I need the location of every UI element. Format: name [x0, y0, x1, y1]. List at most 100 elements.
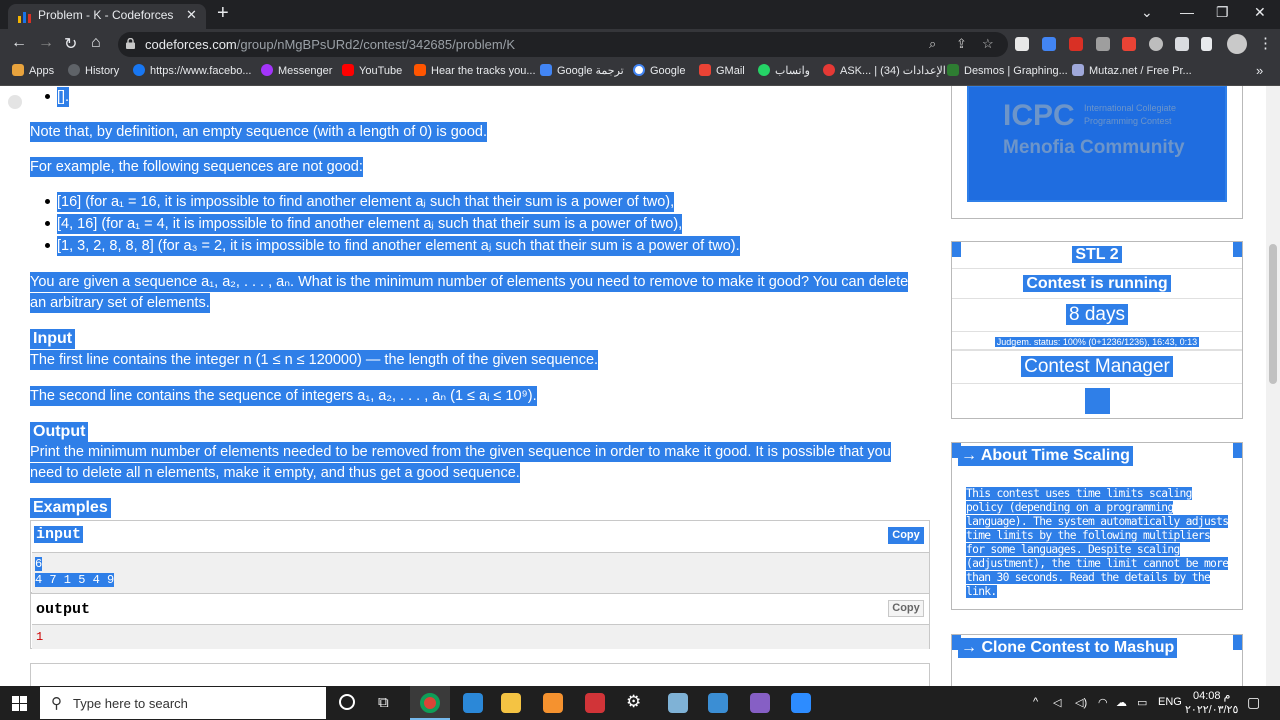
manager-action-icon[interactable] — [1084, 388, 1110, 414]
bookmark-google[interactable]: Google — [633, 64, 685, 77]
example-output-label: output — [36, 601, 91, 618]
translate-extension-icon[interactable] — [1042, 37, 1056, 51]
desmos-icon — [947, 64, 959, 76]
windows-taskbar: ⚲ Type here to search ⧉ ⚙ ^ ◁ ◁) ◠ ☁ ▭ E… — [0, 686, 1280, 720]
tab-search-icon[interactable]: ⌄ — [1141, 4, 1153, 21]
zoom-icon[interactable]: ⌕ — [929, 36, 936, 52]
task-view-icon[interactable]: ⧉ — [378, 694, 389, 711]
contest-manager-link[interactable]: Contest Manager — [1021, 356, 1173, 377]
tray-speaker-volume-icon[interactable]: ◁) — [1075, 696, 1087, 709]
google-icon — [633, 64, 645, 76]
blocker-extension-icon[interactable] — [1122, 37, 1136, 51]
bookmark-apps[interactable]: Apps — [12, 64, 54, 77]
bookmark-gmail[interactable]: GMail — [699, 64, 745, 77]
taskbar-clock[interactable]: 04:08 م ٢٠٢٢/٠٣/٢٥ — [1185, 689, 1238, 717]
bookmark-star-icon[interactable]: ☆ — [982, 36, 994, 52]
bookmarks-more-icon[interactable]: » — [1256, 63, 1263, 78]
sublime-icon[interactable] — [543, 693, 563, 713]
minimize-icon[interactable]: — — [1180, 4, 1194, 20]
scroll-up-icon[interactable] — [8, 95, 22, 109]
search-icon: ⚲ — [51, 695, 62, 712]
restore-icon[interactable]: ❐ — [1216, 4, 1229, 21]
bullet-icon — [45, 243, 50, 248]
bookmark-messenger[interactable]: Messenger — [261, 64, 332, 77]
notepad-icon[interactable] — [668, 693, 688, 713]
messenger-icon — [261, 64, 273, 76]
bookmark-soundcloud[interactable]: Hear the tracks you... — [414, 64, 536, 77]
bookmark-desmos[interactable]: Desmos | Graphing... — [947, 64, 1068, 77]
language-indicator[interactable]: ENG — [1158, 696, 1182, 708]
extensions-puzzle-icon[interactable] — [1175, 37, 1189, 51]
new-tab-button[interactable]: + — [217, 2, 229, 25]
input-data-line: 6 — [35, 557, 43, 571]
tray-wifi-icon[interactable]: ◠ — [1098, 696, 1108, 709]
input-spec-line: The first line contains the integer n (1… — [30, 350, 599, 370]
icpc-banner-box: ICPC International Collegiate Programmin… — [951, 86, 1243, 219]
bookmarks-bar: Apps History https://www.facebo... Messe… — [0, 60, 1280, 86]
time-scaling-title[interactable]: → About Time Scaling — [958, 446, 1133, 466]
settings-gear-icon[interactable]: ⚙ — [626, 692, 641, 712]
bookmark-youtube[interactable]: YouTube — [342, 64, 402, 77]
gear-extension-icon[interactable] — [1149, 37, 1163, 51]
lock-icon — [126, 38, 135, 49]
browser-toolbar: ← → ↻ ⌂ codeforces.com/group/nMgBPsURd2/… — [0, 29, 1280, 60]
visual-studio-icon[interactable] — [750, 693, 770, 713]
file-explorer-icon[interactable] — [501, 693, 521, 713]
notion-extension-icon[interactable] — [1015, 37, 1029, 51]
profile-avatar[interactable] — [1227, 34, 1247, 54]
bookmark-google-translate[interactable]: Google ترجمة — [540, 64, 624, 77]
clock-time: 04:08 م — [1192, 690, 1231, 702]
tray-cloud-icon[interactable]: ☁ — [1116, 696, 1127, 709]
side-panel-icon[interactable] — [1201, 37, 1212, 51]
extension-icon[interactable] — [1096, 37, 1110, 51]
not-good-intro: For example, the following sequences are… — [30, 157, 363, 177]
scrollbar-thumb[interactable] — [1269, 244, 1277, 384]
clone-contest-title[interactable]: → Clone Contest to Mashup — [958, 638, 1178, 658]
address-bar[interactable]: codeforces.com/group/nMgBPsURd2/contest/… — [118, 32, 1008, 57]
close-window-icon[interactable]: ✕ — [1254, 4, 1266, 21]
share-icon[interactable]: ⇪ — [956, 36, 967, 52]
manager-action-row — [952, 383, 1242, 418]
browser-tab[interactable]: Problem - K - Codeforces ✕ — [8, 4, 206, 29]
back-icon[interactable]: ← — [11, 34, 27, 52]
tray-battery-icon[interactable]: ▭ — [1137, 696, 1147, 709]
bookmark-mutaz[interactable]: Mutaz.net / Free Pr... — [1072, 64, 1192, 77]
office-icon[interactable] — [585, 693, 605, 713]
bullet-icon — [45, 199, 50, 204]
forward-icon[interactable]: → — [38, 34, 54, 52]
gmail-icon — [699, 64, 711, 76]
adblock-extension-icon[interactable] — [1069, 37, 1083, 51]
photos-icon[interactable] — [708, 693, 728, 713]
examples-heading: Examples — [30, 498, 111, 518]
bookmark-ask[interactable]: ASK... | الإعدادات (34) — [823, 64, 946, 77]
empty-sequence-item: []. — [57, 87, 70, 107]
zoom-app-icon[interactable] — [791, 693, 811, 713]
not-good-item: [1, 3, 2, 8, 8, 8] (for a₃ = 2, it is im… — [57, 236, 740, 256]
contest-status: Contest is running — [1023, 275, 1171, 292]
tab-close-icon[interactable]: ✕ — [186, 7, 197, 23]
copy-output-button[interactable]: Copy — [888, 600, 924, 617]
statement-line: an arbitrary set of elements. — [30, 293, 210, 313]
tv-app-icon[interactable] — [463, 693, 483, 713]
example-output-box: output Copy 1 — [30, 593, 930, 649]
bookmark-whatsapp[interactable]: واتساب — [758, 64, 810, 77]
note-empty-sequence: Note that, by definition, an empty seque… — [30, 122, 488, 142]
tray-arrow-icon[interactable]: ^ — [1033, 696, 1038, 708]
reload-icon[interactable]: ↻ — [64, 34, 77, 54]
taskbar-search-box[interactable]: ⚲ Type here to search — [40, 687, 326, 719]
windows-start-icon[interactable] — [12, 696, 27, 711]
example-input-box: input Copy 6 4 7 1 5 4 9 — [30, 520, 930, 593]
cortana-icon[interactable] — [339, 694, 355, 710]
copy-input-button[interactable]: Copy — [888, 527, 924, 544]
contest-name[interactable]: STL 2 — [1072, 246, 1122, 263]
bookmark-facebook[interactable]: https://www.facebo... — [133, 64, 252, 77]
search-placeholder: Type here to search — [73, 696, 188, 711]
vertical-scrollbar[interactable] — [1266, 86, 1280, 686]
bookmark-history[interactable]: History — [68, 64, 119, 77]
notification-icon[interactable]: ▢ — [1247, 694, 1260, 711]
chrome-taskbar-button[interactable] — [410, 686, 450, 720]
page-content: []. Note that, by definition, an empty s… — [0, 86, 1280, 686]
tray-speaker-icon[interactable]: ◁ — [1053, 696, 1061, 709]
menu-kebab-icon[interactable]: ⋮ — [1258, 34, 1273, 52]
home-icon[interactable]: ⌂ — [91, 34, 101, 52]
